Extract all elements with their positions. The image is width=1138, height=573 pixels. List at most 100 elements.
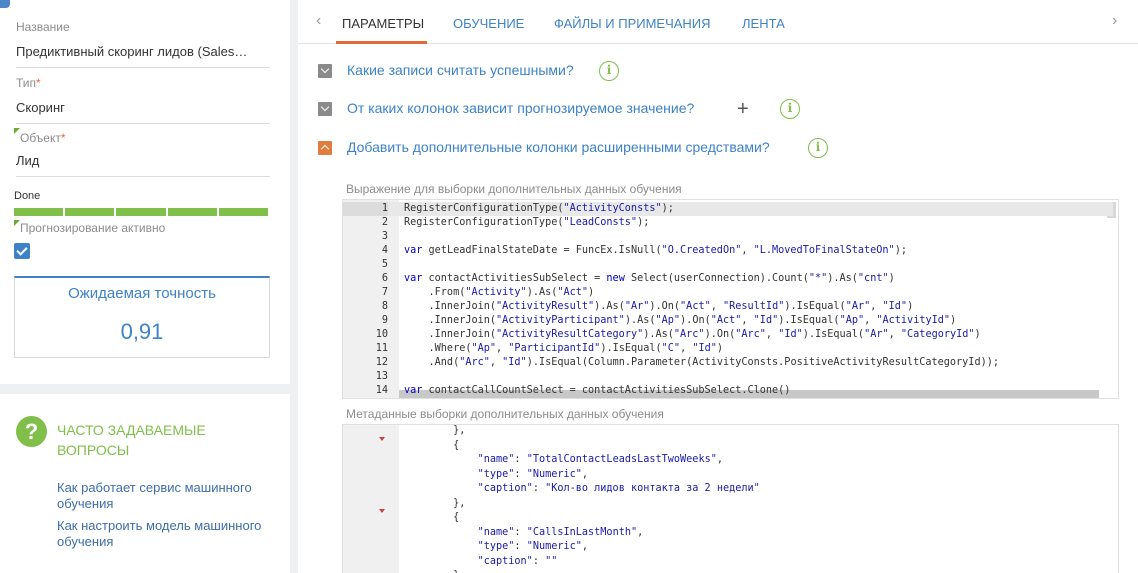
required-mark: * <box>60 131 66 145</box>
code-text[interactable]: "type": "Numeric", <box>404 540 588 554</box>
section-title[interactable]: Какие записи считать успешными? <box>347 62 574 78</box>
code-text[interactable]: .From("Activity").As("Act") <box>404 286 595 300</box>
code-line[interactable]: 10 .InnerJoin("ActivityResultCategory").… <box>343 328 1113 342</box>
line-number: 12 <box>375 357 388 368</box>
code-text[interactable]: RegisterConfigurationType("ActivityConst… <box>404 202 674 216</box>
code-text[interactable]: "caption": "Кол-во лидов контакта за 2 н… <box>404 482 760 496</box>
accuracy-title: Ожидаемая точность <box>68 285 216 302</box>
name-value[interactable]: Предиктивный скоринг лидов (Sales… <box>16 44 270 68</box>
info-icon[interactable]: i <box>808 138 828 158</box>
modified-marker <box>14 128 20 134</box>
code-line[interactable]: 4 var getLeadFinalStateDate = FuncEx.IsNu… <box>343 244 1113 258</box>
code-line[interactable]: }, <box>343 497 1113 511</box>
line-number: 5 <box>381 259 388 270</box>
code-text[interactable]: .Where("Ap", "ParticipantId").IsEqual("C… <box>404 342 724 356</box>
collapse-toggle-icon[interactable] <box>318 64 332 78</box>
panel-accent <box>0 0 10 8</box>
line-number: 8 <box>381 301 388 312</box>
line-number: 9 <box>381 315 388 326</box>
faq-link-ml-service[interactable]: Как работает сервис машинного обучения <box>57 480 277 512</box>
line-number: 4 <box>381 245 388 256</box>
code-line[interactable]: 1 RegisterConfigurationType("ActivityCons… <box>343 202 1113 216</box>
object-field[interactable]: Объект* Лид <box>14 128 270 177</box>
code-text[interactable]: }, <box>404 497 465 511</box>
stage-segment[interactable] <box>65 208 115 216</box>
code-text[interactable]: "caption": "" <box>404 555 558 569</box>
code-line[interactable]: 14 var contactCallCountSelect = contactAc… <box>343 384 1113 398</box>
line-number: 1 <box>343 202 388 216</box>
name-field[interactable]: Название Предиктивный скоринг лидов (Sal… <box>16 20 270 68</box>
required-mark: * <box>36 76 41 90</box>
code-text[interactable]: "name": "CallsInLastMonth", <box>404 526 644 540</box>
type-field[interactable]: Тип* Скоринг <box>16 76 270 124</box>
code-line[interactable]: "type": "Numeric", <box>343 468 1113 482</box>
prediction-active-checkbox[interactable] <box>14 243 30 259</box>
code-text[interactable]: var getLeadFinalStateDate = FuncEx.IsNul… <box>404 244 907 258</box>
code-line[interactable]: 7 .From("Activity").As("Act") <box>343 286 1113 300</box>
stage-segment[interactable] <box>14 208 64 216</box>
object-value[interactable]: Лид <box>16 153 270 177</box>
stage-progress-bar[interactable] <box>14 208 269 216</box>
code-text[interactable]: "type": "Numeric", <box>404 468 588 482</box>
code-line[interactable]: }, <box>343 425 1113 438</box>
code-line[interactable]: 11 .Where("Ap", "ParticipantId").IsEqual… <box>343 342 1113 356</box>
code-line[interactable]: "type": "Numeric", <box>343 540 1113 554</box>
fold-arrow-icon[interactable] <box>379 436 385 441</box>
section-title[interactable]: Добавить дополнительные колонки расширен… <box>347 139 770 155</box>
faq-panel: ? ЧАСТО ЗАДАВАЕМЫЕ ВОПРОСЫ Как работает … <box>0 394 290 573</box>
line-number: 7 <box>381 287 388 298</box>
info-icon[interactable]: i <box>780 99 800 119</box>
code-line[interactable]: "name": "TotalContactLeadsLastTwoWeeks", <box>343 453 1113 467</box>
stage-segment[interactable] <box>167 208 217 216</box>
code-text[interactable]: var contactCallCountSelect = contactActi… <box>404 384 790 398</box>
chevron-right-icon[interactable]: › <box>1112 12 1117 30</box>
info-icon[interactable]: i <box>599 61 619 81</box>
faq-title: ЧАСТО ЗАДАВАЕМЫЕ ВОПРОСЫ <box>57 422 206 458</box>
code-line[interactable]: 3 <box>343 230 1113 244</box>
code-text[interactable]: .And("Arc", "Id").IsEqual(Column.Paramet… <box>404 356 999 370</box>
add-icon[interactable]: + <box>737 99 749 119</box>
code-line[interactable]: "caption": "" <box>343 555 1113 569</box>
code-line[interactable]: 9 .InnerJoin("ActivityParticipant").As("… <box>343 314 1113 328</box>
code-text[interactable]: .InnerJoin("ActivityResultCategory").As(… <box>404 328 981 342</box>
code-text[interactable]: { <box>404 511 459 525</box>
code-text[interactable]: .InnerJoin("ActivityResult").As("Ar").On… <box>404 300 914 314</box>
training-query-label: Выражение для выборки дополнительных дан… <box>346 182 682 196</box>
code-text[interactable]: var contactActivitiesSubSelect = new Sel… <box>404 272 895 286</box>
code-line[interactable]: 8 .InnerJoin("ActivityResult").As("Ar").… <box>343 300 1113 314</box>
code-text[interactable]: }, <box>404 569 465 573</box>
fold-arrow-icon[interactable] <box>379 509 385 513</box>
code-line[interactable]: }, <box>343 569 1113 573</box>
object-label: Объект* <box>20 131 66 145</box>
code-line[interactable]: { <box>343 511 1113 525</box>
code-line[interactable]: "name": "CallsInLastMonth", <box>343 526 1113 540</box>
code-line[interactable]: 12 .And("Arc", "Id").IsEqual(Column.Para… <box>343 356 1113 370</box>
tab-files-notes[interactable]: ФАЙЛЫ И ПРИМЕЧАНИЯ <box>554 16 711 31</box>
code-text[interactable]: }, <box>404 425 465 438</box>
code-line[interactable]: 5 <box>343 258 1113 272</box>
section-title[interactable]: От каких колонок зависит прогнозируемое … <box>347 100 694 116</box>
tab-training[interactable]: ОБУЧЕНИЕ <box>453 16 524 31</box>
code-text[interactable]: .InnerJoin("ActivityParticipant").As("Ap… <box>404 314 957 328</box>
code-text[interactable]: "name": "TotalContactLeadsLastTwoWeeks", <box>404 453 723 467</box>
code-text[interactable]: RegisterConfigurationType("LeadConsts"); <box>404 216 649 230</box>
line-number: 11 <box>375 343 388 354</box>
collapse-toggle-icon[interactable] <box>318 102 332 116</box>
code-line[interactable]: "caption": "Кол-во лидов контакта за 2 н… <box>343 482 1113 496</box>
code-text[interactable]: { <box>404 439 459 453</box>
expand-toggle-icon[interactable] <box>318 141 332 155</box>
training-query-editor[interactable]: 1 RegisterConfigurationType("ActivityCons… <box>342 199 1119 399</box>
tab-parameters[interactable]: ПАРАМЕТРЫ <box>342 16 424 31</box>
code-line[interactable]: { <box>343 439 1113 453</box>
type-value[interactable]: Скоринг <box>16 100 270 124</box>
faq-link-ml-model-setup[interactable]: Как настроить модель машинного обучения <box>57 518 277 550</box>
metadata-editor[interactable]: }, { "name": "TotalContactLeadsLastTwoWe… <box>342 424 1119 573</box>
stage-segment[interactable] <box>218 208 269 216</box>
stage-segment[interactable] <box>116 208 166 216</box>
code-line[interactable]: 13 <box>343 370 1113 384</box>
code-line[interactable]: 2 RegisterConfigurationType("LeadConsts")… <box>343 216 1113 230</box>
tab-feed[interactable]: ЛЕНТА <box>742 16 785 31</box>
chevron-left-icon[interactable]: ‹ <box>316 12 321 30</box>
code-line[interactable]: 6 var contactActivitiesSubSelect = new Se… <box>343 272 1113 286</box>
line-number: 14 <box>375 385 388 396</box>
